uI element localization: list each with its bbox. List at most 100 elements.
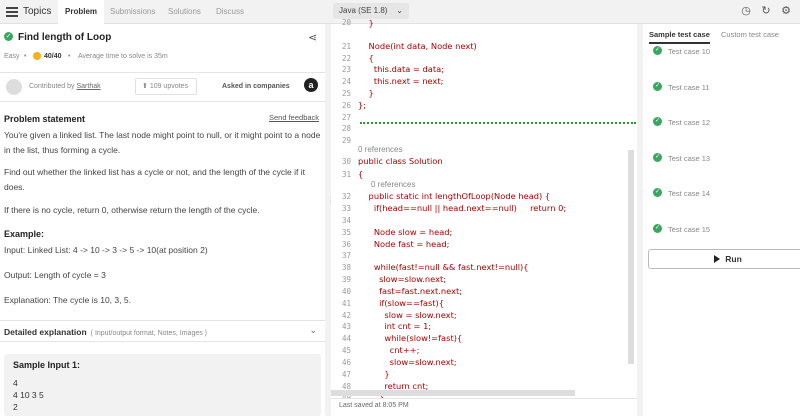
line-number: 38 — [341, 263, 351, 272]
settings-icon[interactable]: ⚙ — [780, 5, 792, 17]
difficulty-label: Easy — [4, 53, 20, 60]
arrow-up-icon: ⬆ — [142, 83, 150, 90]
contributor-bar: Contributed by Sarthak ⬆ 109 upvotes Ask… — [0, 72, 325, 102]
line-number: 34 — [341, 216, 351, 225]
contributor-text: Contributed by Sarthak — [29, 83, 101, 90]
line-number: 21 — [341, 42, 351, 51]
solved-check-icon: ✓ — [4, 32, 13, 41]
line-number: 41 — [341, 299, 351, 308]
test-case-label: Test case 15 — [668, 225, 711, 234]
sample-line: 4 10 3 5 — [13, 390, 44, 400]
line-number: 47 — [341, 370, 351, 379]
line-number: 27 — [341, 113, 351, 122]
horizontal-scrollbar[interactable] — [331, 390, 575, 396]
line-number: 35 — [341, 228, 351, 237]
topics-link[interactable]: Topics — [23, 6, 51, 17]
check-circle-icon: ✓ — [653, 46, 662, 55]
code-line: Node fast = head; — [358, 239, 450, 249]
send-feedback-link[interactable]: Send feedback — [269, 113, 319, 122]
share-icon[interactable]: ⋖ — [308, 31, 317, 44]
example-input: Input: Linked List: 4 -> 10 -> 3 -> 5 ->… — [4, 245, 208, 255]
amazon-logo-icon[interactable]: a — [304, 78, 318, 92]
code-line: } — [358, 88, 374, 98]
code-line: slow=slow.next; — [358, 274, 447, 284]
code-editor[interactable]: 20 21 22 23 24 25 26 27 28 29 30 31 32 3… — [331, 18, 637, 402]
tab-discuss[interactable]: Discuss — [216, 0, 244, 24]
test-case-label: Test case 11 — [668, 83, 710, 92]
code-lens-references[interactable]: 0 references — [371, 180, 415, 189]
test-case-label: Test case 10 — [668, 47, 711, 56]
code-line: slow = slow.next; — [358, 310, 457, 320]
check-circle-icon: ✓ — [653, 82, 662, 91]
tab-sample-test-case[interactable]: Sample test case — [649, 30, 710, 44]
dot-separator: • — [24, 53, 27, 60]
sample-line: 2 — [13, 402, 18, 412]
test-case-label: Test case 12 — [668, 118, 711, 127]
line-number: 23 — [341, 65, 351, 74]
dot-separator: • — [68, 53, 71, 60]
code-line: { — [358, 169, 364, 179]
line-number: 31 — [341, 170, 351, 179]
dotted-comment-line — [360, 122, 636, 126]
example-explanation: Explanation: The cycle is 10, 3, 5. — [4, 295, 131, 305]
check-circle-icon: ✓ — [653, 224, 662, 233]
sample-input-box: Sample Input 1: 4 4 10 3 5 2 — [4, 354, 321, 416]
detailed-explanation-title: Detailed explanation( Input/output forma… — [4, 327, 207, 337]
code-line: cnt++; — [358, 345, 420, 355]
upvote-count: 109 upvotes — [149, 83, 188, 90]
reset-icon[interactable]: ↻ — [760, 5, 772, 17]
statement-paragraph-3: If there is no cycle, return 0, otherwis… — [4, 205, 260, 215]
code-line: Node slow = head; — [358, 227, 453, 237]
code-line: Node(int data, Node next) — [358, 41, 477, 51]
menu-icon[interactable] — [6, 7, 18, 17]
problem-statement-heading: Problem statement — [4, 114, 86, 124]
sample-line: 4 — [13, 378, 18, 388]
tab-solutions[interactable]: Solutions — [168, 0, 201, 24]
code-line: slow=slow.next; — [358, 357, 457, 367]
language-select[interactable]: Java (SE 1.8) ⌄ — [333, 3, 409, 19]
detailed-subtitle: ( Input/output format, Notes, Images ) — [90, 330, 208, 337]
code-line: this.data = data; — [358, 64, 444, 74]
example-output: Output: Length of cycle = 3 — [4, 270, 106, 280]
tab-problem[interactable]: Problem — [58, 0, 105, 24]
code-lens-references[interactable]: 0 references — [358, 145, 402, 154]
code-line: fast=fast.next.next; — [358, 286, 463, 296]
line-number: 43 — [341, 322, 351, 331]
code-line: { — [358, 53, 374, 63]
line-number: 24 — [341, 77, 351, 86]
chevron-down-icon: ⌄ — [309, 325, 317, 335]
run-label: Run — [725, 254, 742, 264]
code-line: }; — [358, 100, 367, 110]
asked-in-companies: Asked in companies — [222, 83, 290, 90]
code-line: } — [358, 18, 374, 28]
problem-title: Find length of Loop — [18, 32, 112, 43]
timer-icon[interactable]: ◷ — [740, 5, 752, 17]
example-heading: Example: — [4, 229, 45, 239]
run-button[interactable]: Run — [648, 249, 800, 269]
panel-resize-handle[interactable]: ⋮ — [327, 196, 335, 208]
coin-icon — [33, 52, 41, 60]
avg-time: Average time to solve is 35m — [78, 53, 168, 60]
code-line: while(fast!=null && fast.next!=null){ — [358, 262, 529, 272]
contributor-link[interactable]: Sarthak — [76, 83, 100, 90]
score-value: 40/40 — [44, 53, 62, 60]
last-saved-text: Last saved at 8:05 PM — [339, 402, 409, 409]
tab-custom-test-case[interactable]: Custom test case — [721, 30, 779, 39]
play-icon — [714, 255, 721, 263]
tab-submissions[interactable]: Submissions — [110, 0, 155, 24]
check-circle-icon: ✓ — [653, 153, 662, 162]
sample-input-title: Sample Input 1: — [13, 360, 81, 370]
code-line: this.next = next; — [358, 76, 444, 86]
statement-paragraph-1: You're given a linked list. The last nod… — [4, 130, 321, 155]
line-number: 42 — [341, 311, 351, 320]
chevron-down-icon: ⌄ — [396, 6, 403, 15]
vertical-scrollbar[interactable] — [628, 150, 634, 364]
line-number: 33 — [341, 204, 351, 213]
line-number: 37 — [341, 251, 351, 260]
line-number: 45 — [341, 346, 351, 355]
avatar — [6, 79, 22, 95]
upvote-button[interactable]: ⬆ 109 upvotes — [135, 78, 197, 95]
statement-paragraph-2: Find out whether the linked list has a c… — [4, 167, 305, 192]
detailed-explanation-toggle[interactable]: Detailed explanation( Input/output forma… — [0, 320, 325, 342]
code-line: while(slow!=fast){ — [358, 333, 463, 343]
